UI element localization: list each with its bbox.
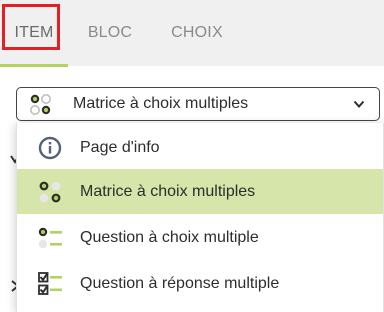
item-type-dropdown: Page d'info Matrice à choix multiples Qu… [16, 123, 384, 312]
multi-checkbox-list-icon [38, 272, 62, 295]
option-label: Matrice à choix multiples [80, 183, 256, 200]
matrix-icon [39, 181, 61, 203]
info-circle-icon [38, 136, 62, 160]
tab-choix[interactable]: CHOIX [158, 0, 236, 66]
option-label: Question à réponse multiple [80, 275, 280, 292]
annotation-highlight-box [2, 4, 60, 50]
item-type-select[interactable]: Matrice à choix multiples [16, 87, 380, 121]
option-matrice[interactable]: Matrice à choix multiples [17, 169, 383, 214]
tab-bar: ITEM BLOC CHOIX [0, 0, 384, 67]
chevron-down-icon[interactable] [353, 99, 365, 109]
select-value: Matrice à choix multiples [73, 95, 249, 112]
option-label: Question à choix multiple [80, 229, 259, 246]
matrix-icon [30, 94, 51, 115]
tab-bloc[interactable]: BLOC [76, 0, 144, 66]
option-choix-multiple[interactable]: Question à choix multiple [17, 215, 383, 260]
single-choice-list-icon [38, 227, 62, 249]
option-reponse-multiple[interactable]: Question à réponse multiple [17, 261, 383, 306]
option-label: Page d'info [80, 139, 160, 156]
option-page-info[interactable]: Page d'info [17, 125, 383, 170]
